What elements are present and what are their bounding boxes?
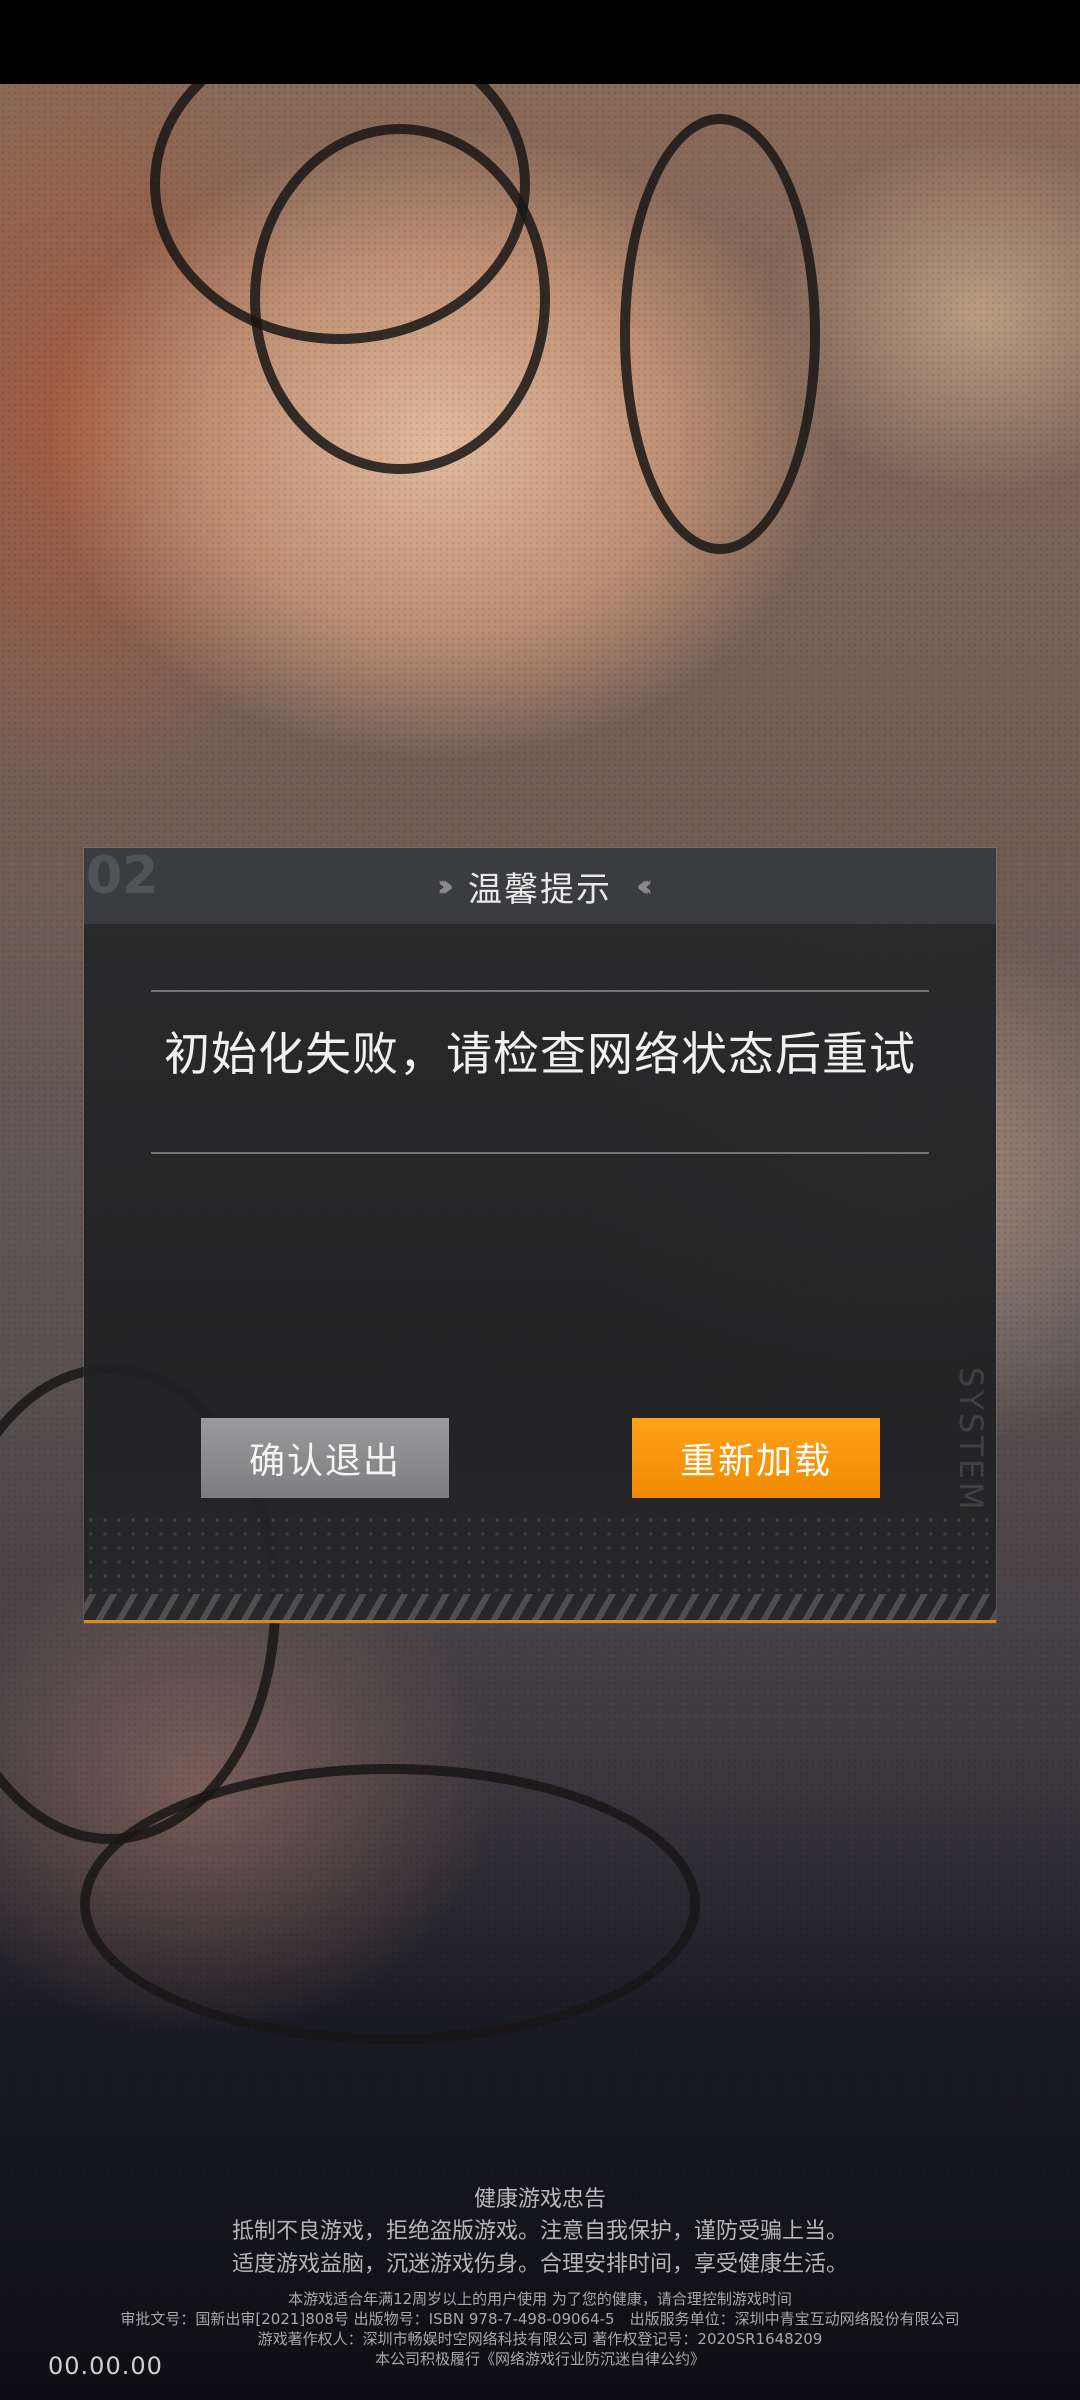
alert-dialog: 02 ››› 温馨提示 ‹‹‹ 初始化失败，请检查网络状态后重试 确认退出 重新… bbox=[84, 848, 996, 1623]
bottom-divider bbox=[151, 1152, 929, 1154]
top-divider bbox=[151, 990, 929, 992]
dialog-title: 温馨提示 bbox=[468, 869, 612, 910]
corner-mark: 02 bbox=[86, 846, 159, 906]
status-bar bbox=[0, 0, 1080, 84]
chevron-right-icon: ››› bbox=[436, 868, 454, 904]
health-notice-heading: 健康游戏忠告 bbox=[473, 2187, 606, 2212]
version-label: 00.00.00 bbox=[48, 2352, 163, 2380]
health-advice-line-1: 抵制不良游戏，拒绝盗版游戏。注意自我保护，谨防受骗上当。 bbox=[231, 2219, 848, 2244]
health-notice: 健康游戏忠告 抵制不良游戏，拒绝盗版游戏。注意自我保护，谨防受骗上当。 适度游戏… bbox=[0, 2185, 1080, 2369]
system-label: SYSTEM bbox=[952, 1367, 990, 1513]
dialog-message: 初始化失败，请检查网络状态后重试 bbox=[164, 1027, 916, 1081]
decorative-dots bbox=[84, 1513, 996, 1593]
legal-line-3: 游戏著作权人：深圳市畅娱时空网络科技有限公司 著作权登记号：2020SR1648… bbox=[257, 2330, 823, 2348]
health-advice-line-2: 适度游戏益脑，沉迷游戏伤身。合理安排时间，享受健康生活。 bbox=[231, 2252, 848, 2277]
confirm-exit-button[interactable]: 确认退出 bbox=[201, 1418, 449, 1498]
chevron-left-icon: ‹‹‹ bbox=[636, 868, 653, 904]
reload-button[interactable]: 重新加载 bbox=[632, 1418, 880, 1498]
stripe-bar bbox=[84, 1594, 996, 1623]
legal-line-1: 本游戏适合年满12周岁以上的用户使用 为了您的健康，请合理控制游戏时间 bbox=[288, 2290, 792, 2308]
dialog-header: 02 ››› 温馨提示 ‹‹‹ bbox=[84, 848, 996, 924]
legal-line-2: 审批文号：国新出审[2021]808号 出版物号：ISBN 978-7-498-… bbox=[120, 2310, 960, 2328]
